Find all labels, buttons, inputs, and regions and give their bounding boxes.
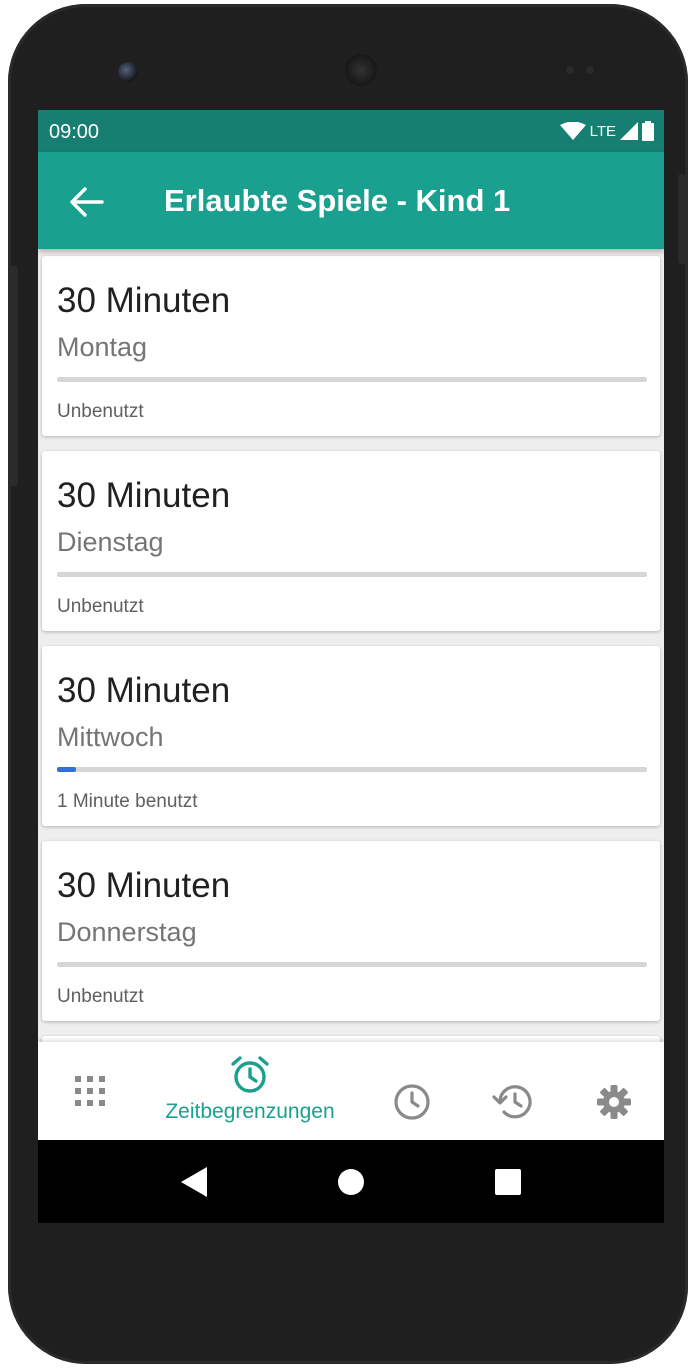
apps-grid-icon — [75, 1076, 105, 1106]
system-recents-button[interactable] — [495, 1169, 521, 1195]
history-icon — [492, 1085, 532, 1119]
light-sensor — [586, 66, 594, 74]
bottom-navigation: Zeitbegrenzungen — [38, 1042, 664, 1140]
day-name: Dienstag — [57, 527, 164, 557]
network-type-label: LTE — [589, 122, 616, 140]
volume-button — [10, 266, 18, 486]
gear-icon — [597, 1085, 631, 1119]
usage-text: Unbenutzt — [57, 596, 144, 617]
nav-clock[interactable] — [378, 1042, 446, 1140]
usage-text: Unbenutzt — [57, 401, 144, 422]
limit-duration: 30 Minuten — [57, 866, 231, 905]
limit-duration: 30 Minuten — [57, 476, 231, 515]
battery-icon — [642, 121, 654, 141]
app-bar: Erlaubte Spiele - Kind 1 — [38, 152, 664, 249]
nav-label-zeitbegrenzungen: Zeitbegrenzungen — [165, 1100, 335, 1123]
arrow-back-icon — [70, 187, 104, 217]
alarm-clock-icon — [231, 1056, 269, 1093]
clock-icon — [394, 1084, 430, 1120]
limit-duration: 30 Minuten — [57, 671, 231, 710]
status-bar: 09:00 LTE — [38, 110, 664, 152]
day-name: Donnerstag — [57, 917, 197, 947]
usage-text: 1 Minute benutzt — [57, 791, 198, 812]
system-navigation-bar — [38, 1140, 664, 1223]
system-home-button[interactable] — [337, 1168, 365, 1196]
recents-square-icon — [495, 1169, 521, 1195]
signal-icon — [620, 122, 638, 140]
usage-progress-bar — [57, 572, 647, 577]
earpiece-speaker — [345, 54, 377, 86]
status-icons: LTE — [559, 120, 654, 142]
day-limit-list: 30 Minuten Montag Unbenutzt 30 Minuten D… — [38, 249, 664, 1042]
nav-apps[interactable] — [58, 1042, 122, 1140]
usage-progress-fill — [57, 767, 77, 772]
status-time: 09:00 — [49, 121, 100, 143]
nav-zeitbegrenzungen[interactable]: Zeitbegrenzungen — [142, 1042, 358, 1140]
screen: 09:00 LTE Erlaubte Spiele - Kind 1 30 Mi… — [38, 110, 664, 1223]
day-limit-card-dienstag[interactable]: 30 Minuten Dienstag Unbenutzt — [42, 451, 660, 631]
page-title: Erlaubte Spiele - Kind 1 — [164, 183, 511, 218]
front-camera — [118, 62, 138, 82]
proximity-sensor — [566, 66, 574, 74]
nav-history[interactable] — [478, 1042, 546, 1140]
day-name: Montag — [57, 332, 148, 362]
home-circle-icon — [338, 1169, 364, 1195]
day-name: Mittwoch — [57, 722, 164, 752]
day-limit-card-mittwoch[interactable]: 30 Minuten Mittwoch 1 Minute benutzt — [42, 646, 660, 826]
usage-progress-bar — [57, 962, 647, 967]
usage-progress-bar — [57, 377, 647, 382]
wifi-icon — [559, 122, 586, 140]
day-limit-card-montag[interactable]: 30 Minuten Montag Unbenutzt — [42, 256, 660, 436]
system-back-button[interactable] — [181, 1167, 207, 1197]
nav-settings[interactable] — [580, 1042, 648, 1140]
day-limit-card-donnerstag[interactable]: 30 Minuten Donnerstag Unbenutzt — [42, 841, 660, 1021]
power-button — [678, 174, 686, 264]
limit-duration: 30 Minuten — [57, 281, 231, 320]
usage-progress-bar — [57, 767, 647, 772]
usage-text: Unbenutzt — [57, 986, 144, 1007]
back-button[interactable] — [68, 186, 104, 218]
back-triangle-icon — [181, 1167, 207, 1197]
